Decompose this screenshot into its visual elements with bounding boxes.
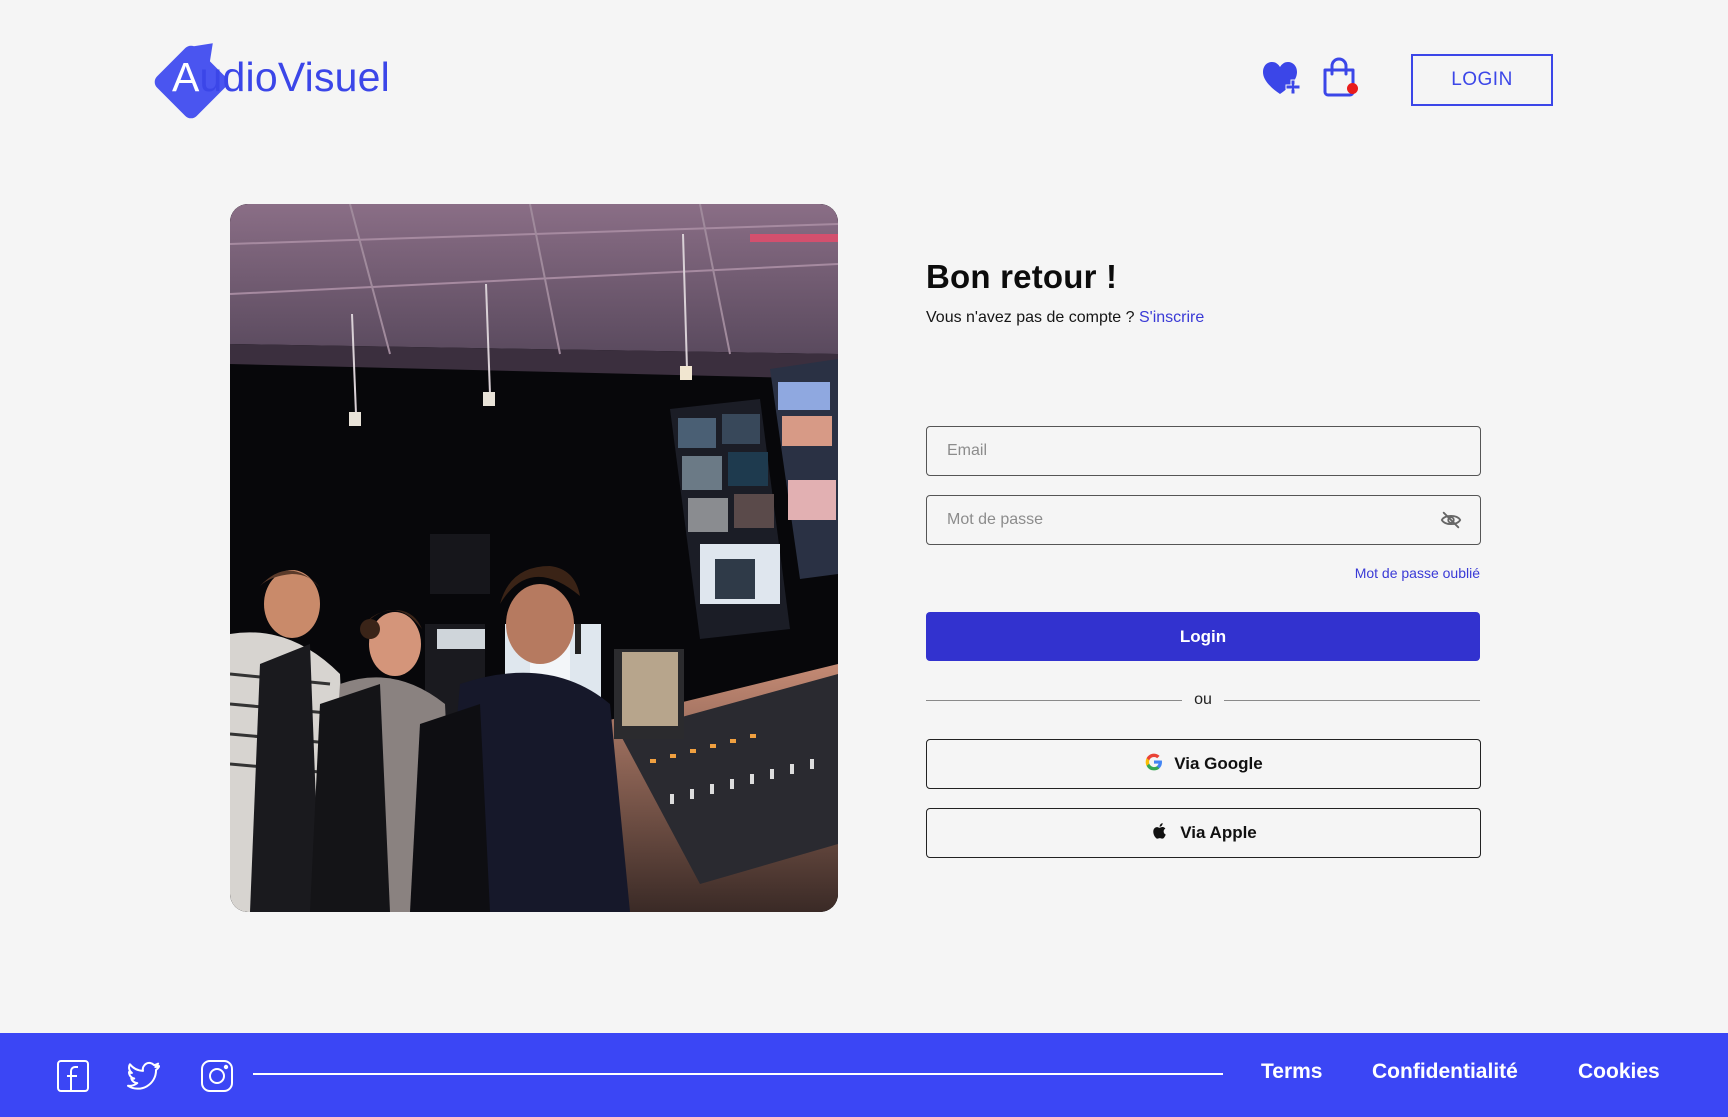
- login-form-header: Bon retour ! Vous n'avez pas de compte ?…: [926, 258, 1481, 327]
- twitter-icon[interactable]: [125, 1057, 163, 1095]
- heart-plus-icon[interactable]: [1261, 58, 1305, 102]
- footer-divider: [253, 1073, 1223, 1075]
- cart-badge: [1347, 83, 1358, 94]
- email-field[interactable]: [926, 426, 1481, 476]
- divider-line-right: [1223, 699, 1481, 701]
- eye-off-icon[interactable]: [1440, 509, 1462, 531]
- divider-line-left: [926, 699, 1183, 701]
- brand-rest: udioVisuel: [199, 54, 390, 100]
- apple-button-label: Via Apple: [1180, 823, 1257, 842]
- google-button-label: Via Google: [1174, 754, 1263, 773]
- email-input[interactable]: [947, 442, 1460, 460]
- header-login-button[interactable]: LOGIN: [1411, 54, 1553, 106]
- or-divider: ou: [926, 690, 1481, 710]
- facebook-icon[interactable]: [54, 1057, 92, 1095]
- login-button[interactable]: Login: [926, 612, 1480, 661]
- password-input[interactable]: [947, 511, 1460, 529]
- signup-prompt-text: Vous n'avez pas de compte ?: [926, 309, 1135, 326]
- hero-image: [230, 204, 838, 912]
- brand-initial: A: [172, 54, 200, 100]
- brand-name: AudioVisuel: [172, 54, 390, 101]
- signup-link[interactable]: S'inscrire: [1139, 309, 1204, 326]
- shopping-bag-icon[interactable]: [1318, 56, 1362, 100]
- signup-prompt: Vous n'avez pas de compte ? S'inscrire: [926, 309, 1481, 327]
- footer: Terms Confidentialité Cookies: [0, 1033, 1728, 1117]
- instagram-icon[interactable]: [198, 1057, 236, 1095]
- footer-link-cookies[interactable]: Cookies: [1578, 1060, 1660, 1084]
- or-label: ou: [1194, 691, 1212, 708]
- footer-link-privacy[interactable]: Confidentialité: [1372, 1060, 1518, 1084]
- page-title: Bon retour !: [926, 258, 1118, 295]
- password-field[interactable]: [926, 495, 1481, 545]
- google-icon: [1144, 752, 1164, 777]
- google-login-button[interactable]: Via Google: [926, 739, 1481, 789]
- apple-login-button[interactable]: Via Apple: [926, 808, 1481, 858]
- footer-link-terms[interactable]: Terms: [1261, 1060, 1322, 1084]
- apple-icon: [1150, 821, 1170, 846]
- brand-logo[interactable]: AudioVisuel: [151, 31, 413, 122]
- forgot-password-link[interactable]: Mot de passe oublié: [1355, 565, 1480, 581]
